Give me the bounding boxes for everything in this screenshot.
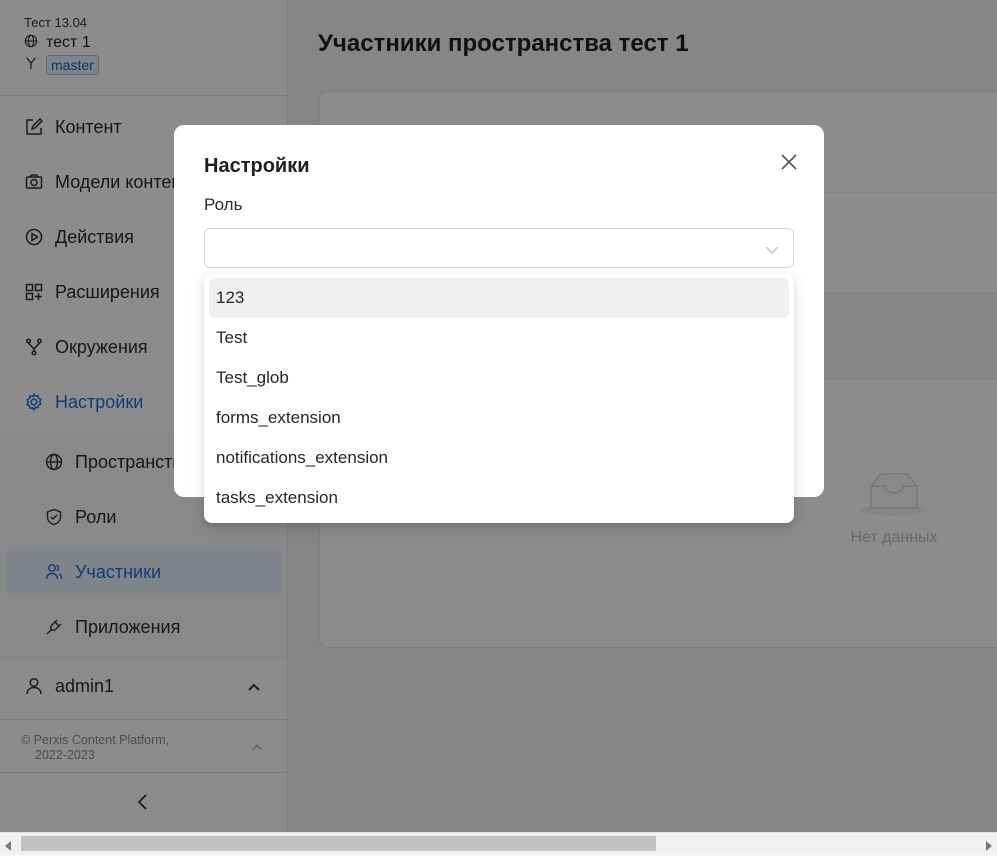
scroll-right-arrow-icon[interactable] — [984, 838, 992, 856]
role-option[interactable]: Test — [209, 318, 789, 358]
role-option[interactable]: forms_extension — [209, 398, 789, 438]
role-option[interactable]: tasks_extension — [209, 478, 789, 518]
role-option[interactable]: 123 — [209, 278, 789, 318]
role-option[interactable]: notifications_extension — [209, 438, 789, 478]
scrollbar-thumb[interactable] — [21, 836, 656, 851]
close-icon[interactable] — [778, 151, 800, 173]
role-select[interactable] — [204, 228, 794, 268]
chevron-down-icon — [765, 242, 779, 260]
scroll-left-arrow-icon[interactable] — [5, 838, 13, 856]
role-dropdown: 123 Test Test_glob forms_extension notif… — [204, 274, 794, 523]
role-label: Роль — [204, 195, 243, 214]
role-option[interactable]: Test_glob — [209, 358, 789, 398]
horizontal-scrollbar[interactable] — [0, 832, 997, 854]
modal-title: Настройки — [204, 155, 310, 177]
